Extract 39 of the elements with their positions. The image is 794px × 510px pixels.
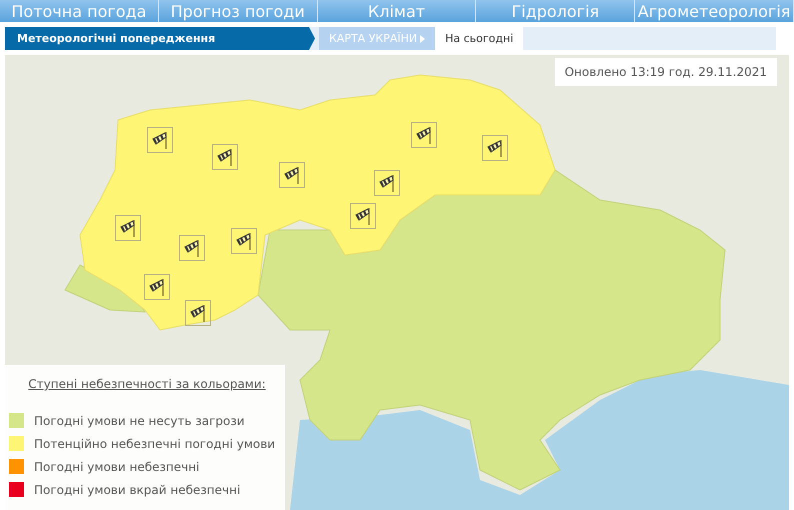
section-title: Метеорологічні попередження [5,27,315,50]
wind-warning-marker[interactable] [279,162,305,188]
triangle-right-icon [420,34,426,42]
wind-warning-marker[interactable] [115,215,141,241]
nav-tab[interactable]: Клімат [318,0,476,22]
legend-label: Погодні умови вкрай небезпечні [34,482,240,496]
windsock-icon [147,277,167,297]
windsock-icon [377,173,397,193]
nav-tab[interactable]: Гідрологія [476,0,636,22]
wind-warning-marker[interactable] [350,203,376,229]
nav-tab[interactable]: Прогноз погоди [158,0,318,22]
windsock-icon [215,147,235,167]
wind-warning-marker[interactable] [179,235,205,261]
wind-warning-marker[interactable] [147,127,173,153]
windsock-icon [485,138,505,158]
windsock-icon [182,238,202,258]
wind-warning-marker[interactable] [144,274,170,300]
wind-warning-marker[interactable] [411,122,437,148]
windsock-icon [414,125,434,145]
breadcrumb-link[interactable]: На сьогодні [435,27,524,50]
legend-title: Ступені небезпечності за кольорами: [27,377,267,391]
windsock-icon [353,206,373,226]
wind-warning-marker[interactable] [231,228,257,254]
legend-label: Потенційно небезпечні погодні умови [34,436,276,450]
nav-tab[interactable]: Поточна погода [0,0,159,22]
wind-warning-marker[interactable] [212,144,238,170]
nav-tab[interactable]: Агрометеорологія [635,0,794,22]
legend-label: Погодні умови небезпечні [34,460,200,474]
windsock-icon [118,218,138,238]
wind-warning-marker[interactable] [185,300,211,326]
legend-label: Погодні умови не несуть загрози [34,414,245,428]
windsock-icon [282,165,302,185]
wind-warning-marker[interactable] [482,135,508,161]
update-time-label: Оновлено 13:19 год. 29.11.2021 [554,58,777,86]
windsock-icon [150,130,170,150]
windsock-icon [188,303,208,323]
windsock-icon [234,231,254,251]
wind-warning-marker[interactable] [374,170,400,196]
breadcrumb-link[interactable]: КАРТА УКРАЇНИ [319,27,436,50]
